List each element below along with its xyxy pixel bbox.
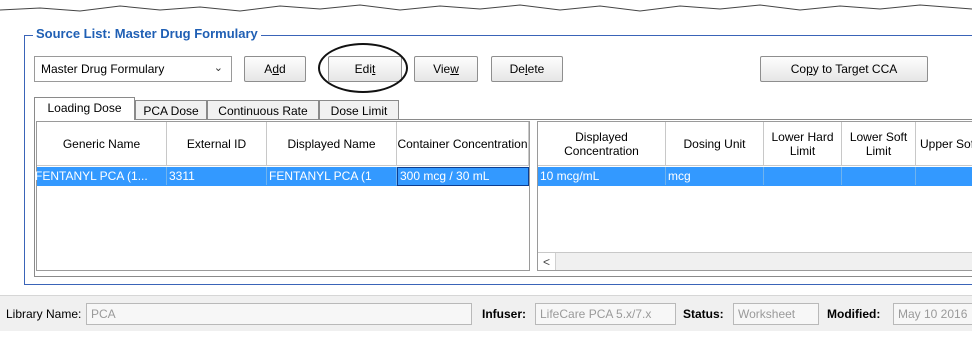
table-cell bbox=[764, 167, 842, 185]
tab-pca-dose[interactable]: PCA Dose bbox=[135, 100, 207, 120]
chevron-down-icon: ⌄ bbox=[213, 62, 223, 74]
group-title: Source List: Master Drug Formulary bbox=[33, 26, 261, 42]
col-header-upper-soft-limit[interactable]: Upper Soft Limi bbox=[916, 122, 972, 166]
copy-to-target-cca-button[interactable]: Copy to Target CCA bbox=[760, 56, 928, 82]
library-name-label: Library Name: bbox=[6, 307, 82, 321]
delete-button[interactable]: Delete bbox=[491, 56, 563, 82]
col-header-displayed-concentration[interactable]: Displayed Concentration bbox=[538, 122, 666, 166]
scroll-left-button[interactable]: < bbox=[538, 253, 556, 270]
modified-label: Modified: bbox=[827, 307, 881, 321]
torn-edge bbox=[0, 4, 972, 12]
table-row[interactable]: 10 mcg/mL mcg bbox=[538, 167, 972, 186]
table-cell bbox=[916, 167, 972, 185]
infuser-label: Infuser: bbox=[482, 307, 527, 321]
col-header-generic-name[interactable]: Generic Name bbox=[37, 122, 167, 166]
table-cell: 300 mcg / 30 mL bbox=[397, 167, 529, 186]
view-button[interactable]: View bbox=[414, 56, 478, 82]
tab-dose-limit[interactable]: Dose Limit bbox=[319, 100, 399, 120]
table-cell: 10 mcg/mL bbox=[538, 167, 666, 185]
table-row[interactable]: FENTANYL PCA (1... 3311 FENTANYL PCA (1 … bbox=[35, 167, 529, 186]
left-table: Generic Name External ID Displayed Name … bbox=[35, 121, 530, 271]
table-cell: FENTANYL PCA (1... bbox=[33, 167, 167, 185]
table-cell bbox=[842, 167, 916, 185]
formulary-select-value: Master Drug Formulary bbox=[41, 62, 165, 76]
table-cell: mcg bbox=[666, 167, 764, 185]
col-header-dosing-unit[interactable]: Dosing Unit bbox=[666, 122, 764, 166]
col-header-container-concentration[interactable]: Container Concentration bbox=[397, 122, 529, 166]
status-label: Status: bbox=[683, 307, 724, 321]
tab-continuous-rate[interactable]: Continuous Rate bbox=[207, 100, 319, 120]
infuser-field: LifeCare PCA 5.x/7.x bbox=[535, 303, 676, 325]
status-field: Worksheet bbox=[733, 303, 819, 325]
col-header-external-id[interactable]: External ID bbox=[167, 122, 267, 166]
table-cell: FENTANYL PCA (1 bbox=[267, 167, 397, 185]
tab-loading-dose[interactable]: Loading Dose bbox=[34, 97, 135, 120]
table-cell: 3311 bbox=[167, 167, 267, 185]
col-header-lower-soft-limit[interactable]: Lower Soft Limit bbox=[842, 122, 916, 166]
right-table: Displayed Concentration Dosing Unit Lowe… bbox=[537, 121, 972, 271]
col-header-lower-hard-limit[interactable]: Lower Hard Limit bbox=[764, 122, 842, 166]
add-button[interactable]: Add bbox=[244, 56, 306, 82]
modified-field: May 10 2016 bbox=[893, 303, 972, 325]
horizontal-scrollbar[interactable]: < bbox=[538, 252, 972, 270]
col-header-displayed-name[interactable]: Displayed Name bbox=[267, 122, 397, 166]
edit-callout-circle bbox=[318, 43, 408, 93]
formulary-select[interactable]: Master Drug Formulary ⌄ bbox=[34, 56, 232, 82]
library-name-field: PCA bbox=[86, 303, 472, 325]
